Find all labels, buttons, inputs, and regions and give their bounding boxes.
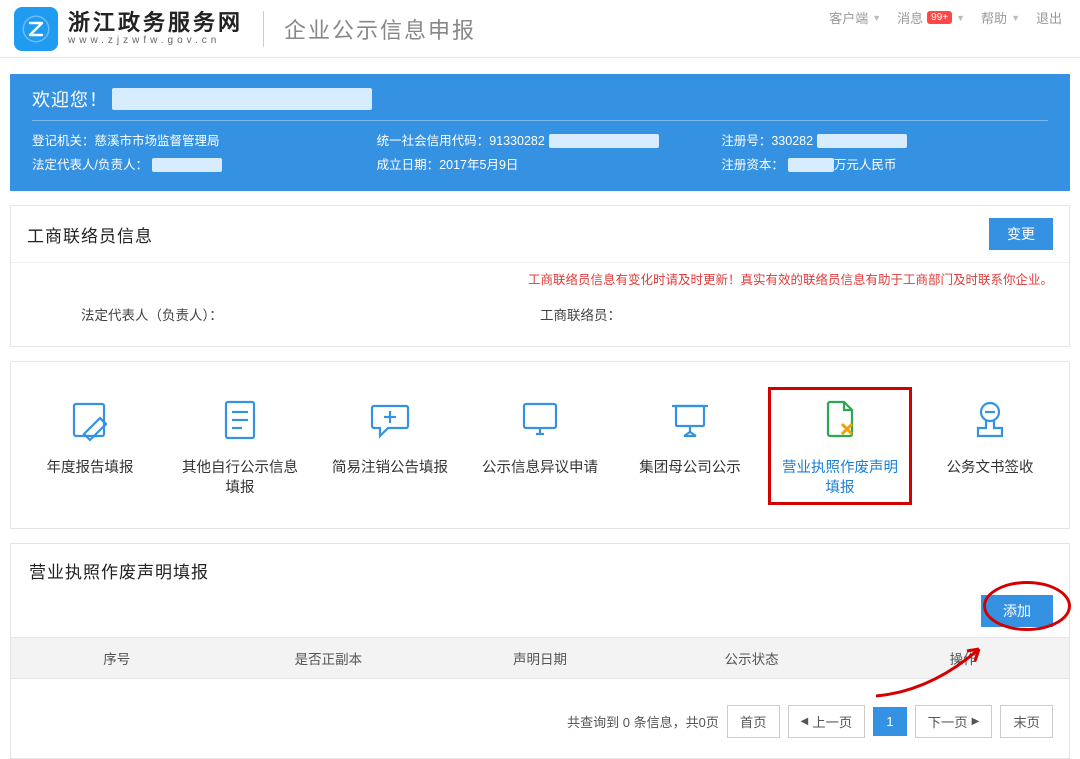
divider	[263, 11, 264, 47]
stamp-icon	[919, 394, 1061, 446]
reg-cap-masked	[788, 158, 834, 172]
top-bar: 浙江政务服务网 www.zjzwfw.gov.cn 企业公示信息申报 客户端▼ …	[0, 0, 1080, 58]
fn-label: 公示信息异议申请	[469, 458, 611, 478]
pager: 共查询到 0 条信息，共0页 首页 ◀上一页 1 下一页▶ 末页	[11, 679, 1069, 752]
welcome-line: 欢迎您！	[32, 86, 1048, 112]
msg-badge: 99+	[927, 11, 952, 24]
link-messages[interactable]: 消息99+▼	[897, 8, 965, 27]
fn-label: 简易注销公告填报	[319, 458, 461, 478]
col-action: 操作	[857, 638, 1069, 678]
col-date: 声明日期	[434, 638, 646, 678]
legal-rep-field: 法定代表人（负责人）：	[81, 304, 540, 324]
summary-text: 共查询到 0 条信息，共0页	[567, 712, 719, 731]
site-logo[interactable]: 浙江政务服务网 www.zjzwfw.gov.cn	[14, 7, 243, 51]
page-next-button[interactable]: 下一页▶	[915, 705, 993, 738]
usci-label: 统一社会信用代码：	[377, 129, 490, 153]
top-links: 客户端▼ 消息99+▼ 帮助▼ 退出	[829, 8, 1062, 27]
site-name-cn: 浙江政务服务网	[68, 11, 243, 34]
col-status: 公示状态	[646, 638, 858, 678]
fn-label: 其他自行公示信息填报	[169, 458, 311, 498]
link-client[interactable]: 客户端▼	[829, 8, 881, 27]
reg-no-masked	[817, 134, 907, 148]
reg-org-label: 登记机关：	[32, 129, 95, 153]
fn-simple-cancel[interactable]: 简易注销公告填报	[315, 384, 465, 508]
fn-label: 年度报告填报	[19, 458, 161, 478]
link-logout[interactable]: 退出	[1036, 8, 1062, 27]
triangle-left-icon: ◀	[801, 716, 809, 727]
monitor-icon	[469, 394, 611, 446]
file-x-icon	[769, 394, 911, 446]
contact-warning: 工商联络员信息有变化时请及时更新！真实有效的联络员信息有助于工商部门及时联系你企…	[11, 263, 1069, 290]
col-index: 序号	[11, 638, 223, 678]
site-name-en: www.zjzwfw.gov.cn	[68, 36, 243, 47]
usci-masked	[549, 134, 659, 148]
table-header: 序号 是否正副本 声明日期 公示状态 操作	[11, 637, 1069, 679]
chevron-down-icon: ▼	[956, 13, 965, 23]
chevron-down-icon: ▼	[1011, 13, 1020, 23]
liaison-field: 工商联络员：	[540, 304, 999, 324]
col-copy: 是否正副本	[223, 638, 435, 678]
document-icon	[169, 394, 311, 446]
fn-group-parent[interactable]: 集团母公司公示	[615, 384, 765, 508]
change-button[interactable]: 变更	[989, 218, 1053, 250]
function-row: 年度报告填报 其他自行公示信息填报 简易注销公告填报 公示信息异议申请 集团母公…	[11, 362, 1069, 528]
page-current[interactable]: 1	[873, 707, 906, 736]
contact-card-title: 工商联络员信息	[27, 222, 153, 247]
reg-no-value-prefix: 330282	[771, 129, 813, 153]
logo-icon	[14, 7, 58, 51]
company-banner: 欢迎您！ 登记机关：慈溪市市场监督管理局 法定代表人/负责人： 统一社会信用代码…	[10, 74, 1070, 191]
fn-annual-report[interactable]: 年度报告填报	[15, 384, 165, 508]
page-first-button[interactable]: 首页	[727, 705, 780, 738]
presentation-icon	[619, 394, 761, 446]
chevron-down-icon: ▼	[872, 13, 881, 23]
reg-no-label: 注册号：	[721, 129, 771, 153]
contact-card: 工商联络员信息 变更 工商联络员信息有变化时请及时更新！真实有效的联络员信息有助…	[10, 205, 1070, 347]
page-prev-button[interactable]: ◀上一页	[788, 705, 866, 738]
link-help[interactable]: 帮助▼	[981, 8, 1020, 27]
triangle-right-icon: ▶	[972, 716, 980, 727]
legal-rep-label: 法定代表人/负责人：	[32, 153, 148, 177]
page-last-button[interactable]: 末页	[1000, 705, 1053, 738]
fn-label: 集团母公司公示	[619, 458, 761, 478]
bubble-plus-icon	[319, 394, 461, 446]
function-card: 年度报告填报 其他自行公示信息填报 简易注销公告填报 公示信息异议申请 集团母公…	[10, 361, 1070, 529]
fn-label: 营业执照作废声明填报	[769, 458, 911, 498]
declaration-title: 营业执照作废声明填报	[29, 558, 1051, 583]
usci-value-prefix: 91330282	[489, 129, 545, 153]
declaration-card: 营业执照作废声明填报 添加 序号 是否正副本 声明日期 公示状态 操作 共查询到…	[10, 543, 1070, 759]
add-button[interactable]: 添加	[981, 595, 1053, 627]
page-title: 企业公示信息申报	[284, 13, 476, 45]
company-name-masked	[112, 88, 372, 110]
legal-rep-masked	[152, 158, 222, 172]
fn-self-publicity[interactable]: 其他自行公示信息填报	[165, 384, 315, 508]
reg-cap-suffix: 万元人民币	[834, 153, 897, 177]
edit-icon	[19, 394, 161, 446]
fn-label: 公务文书签收	[919, 458, 1061, 478]
fn-license-void[interactable]: 营业执照作废声明填报	[765, 384, 915, 508]
found-date-label: 成立日期：	[377, 153, 440, 177]
reg-cap-label: 注册资本：	[721, 153, 784, 177]
fn-objection[interactable]: 公示信息异议申请	[465, 384, 615, 508]
found-date-value: 2017年5月9日	[439, 153, 518, 177]
fn-doc-receipt[interactable]: 公务文书签收	[915, 384, 1065, 508]
reg-org-value: 慈溪市市场监督管理局	[95, 129, 220, 153]
